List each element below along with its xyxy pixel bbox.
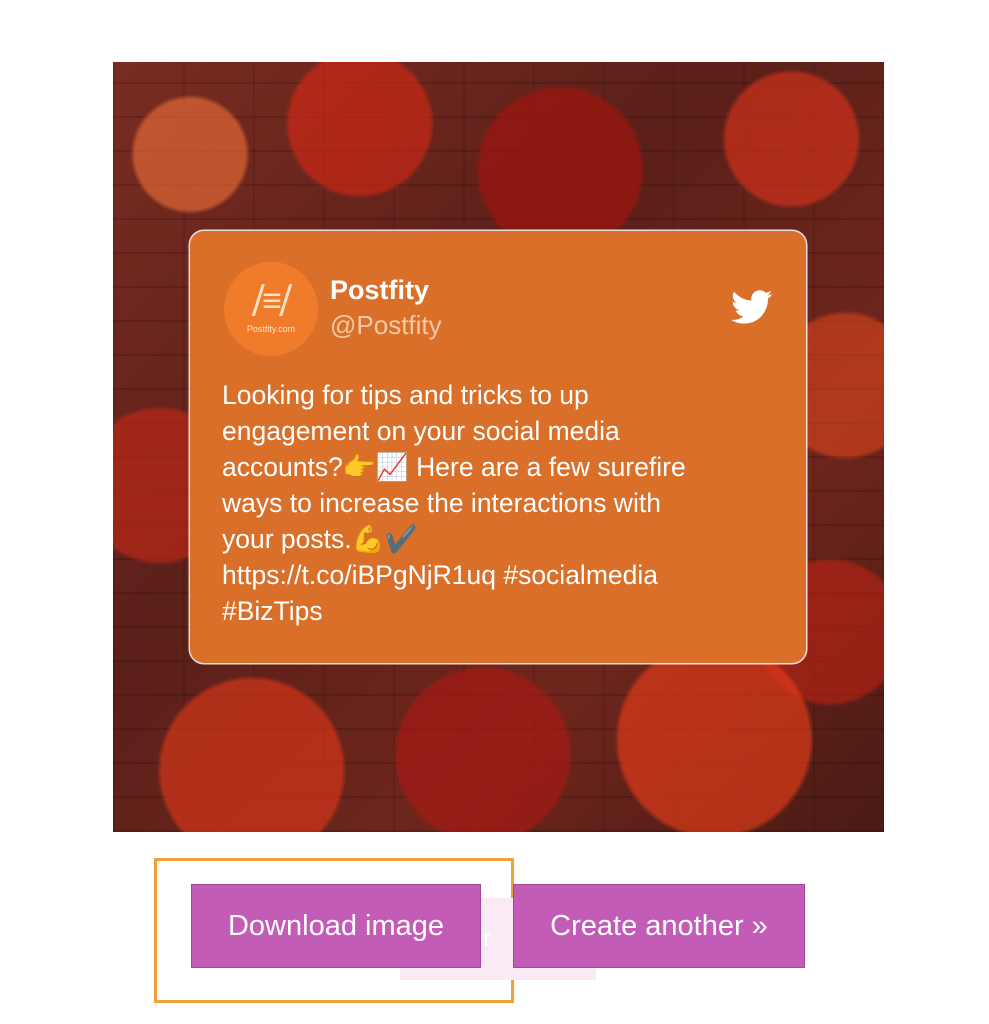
account-handle: @Postfity xyxy=(330,310,442,340)
download-image-button[interactable]: Download image xyxy=(191,884,481,968)
tweet-text: Looking for tips and tricks to up engage… xyxy=(222,380,686,626)
postfity-logo-icon: ⧸≡⧸ xyxy=(252,282,292,320)
create-another-button[interactable]: Create another » xyxy=(513,884,805,968)
twitter-bird-icon xyxy=(731,290,773,324)
avatar-caption: Postfity.com xyxy=(246,324,296,334)
postfity-avatar: ⧸≡⧸ Postfity.com xyxy=(224,262,318,356)
account-name: Postfity xyxy=(330,275,430,305)
tweet-card: ⧸≡⧸ Postfity.com Postfity @Postfity Look… xyxy=(190,231,806,663)
